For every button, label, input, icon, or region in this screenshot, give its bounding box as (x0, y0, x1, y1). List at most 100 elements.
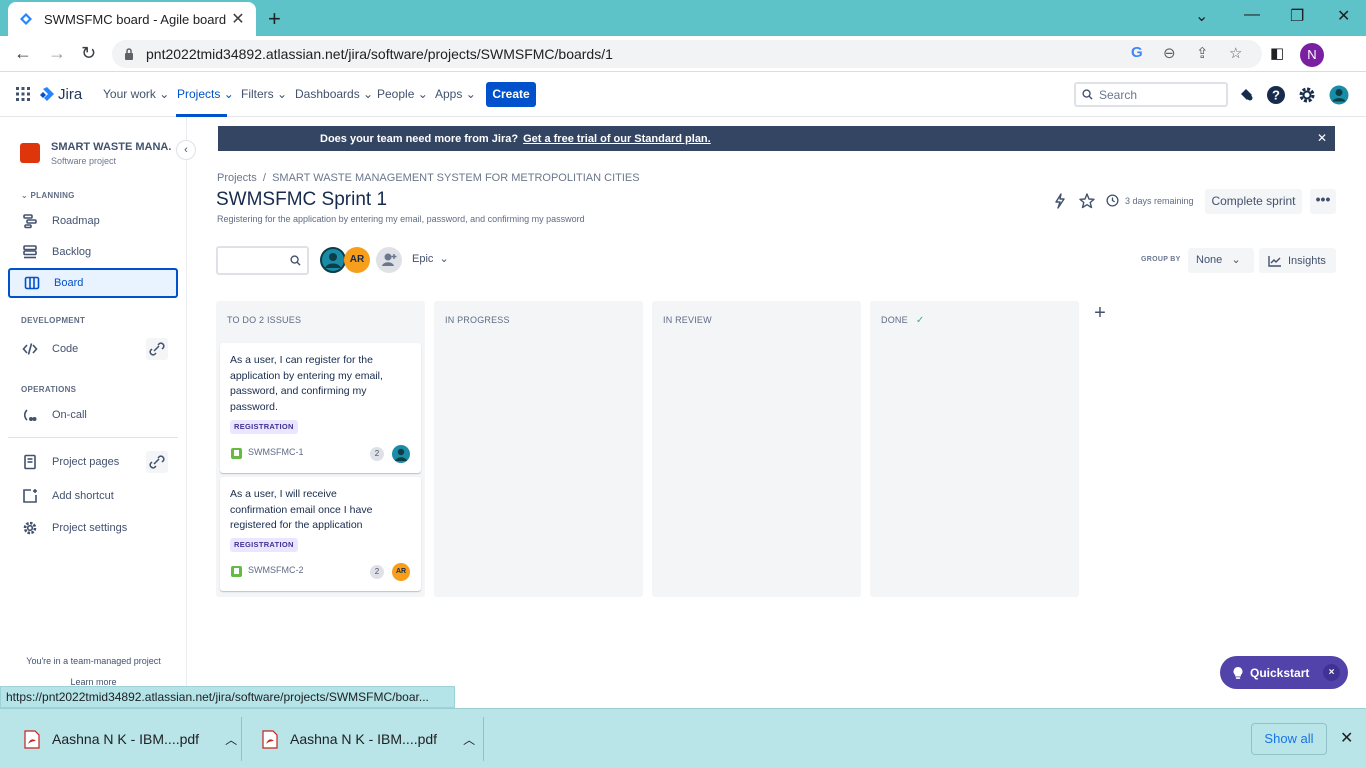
tab-search-chevron-icon[interactable]: ⌄ (1195, 6, 1208, 26)
nav-people[interactable]: People ⌄ (377, 87, 428, 101)
download-item[interactable]: Aashna N K - IBM....pdf ︿ (262, 717, 475, 761)
nav-filters[interactable]: Filters ⌄ (241, 87, 287, 101)
jira-top-nav: Jira Your work ⌄ Projects ⌄ Filters ⌄ Da… (0, 73, 1366, 117)
maximize-icon[interactable]: ❐ (1290, 6, 1304, 26)
sidebar-item-oncall[interactable]: On-call (8, 400, 178, 430)
collapse-sidebar-chevron-icon[interactable]: ‹ (176, 140, 196, 160)
project-type: Software project (51, 156, 117, 166)
column-title: DONE ✓ (881, 315, 925, 326)
assignee-filter-avatar-ar[interactable]: AR (344, 247, 370, 273)
settings-gear-icon[interactable] (1297, 85, 1317, 105)
card-assignee-avatar[interactable]: AR (392, 563, 410, 581)
jira-logo-icon (40, 86, 54, 101)
download-options-chevron-icon[interactable]: ︿ (463, 731, 475, 748)
board-search-input[interactable] (216, 246, 309, 275)
url-text: pnt2022tmid34892.atlassian.net/jira/soft… (146, 46, 613, 62)
card-assignee-avatar[interactable] (392, 445, 410, 463)
show-all-downloads-button[interactable]: Show all (1251, 723, 1327, 755)
issue-key[interactable]: SWMSFMC-1 (248, 447, 304, 457)
window-close-icon[interactable]: ✕ (1337, 6, 1350, 26)
jira-logo[interactable]: Jira (40, 86, 82, 103)
sidebar-item-add-shortcut[interactable]: Add shortcut (8, 481, 178, 511)
issue-card[interactable]: As a user, I will receive confirmation e… (220, 477, 421, 591)
forward-icon[interactable]: → (48, 43, 66, 64)
download-filename: Aashna N K - IBM....pdf (290, 731, 438, 747)
epic-filter-dropdown[interactable]: Epic ⌄ (412, 252, 449, 265)
zoom-icon[interactable]: ⊖ (1163, 44, 1176, 62)
nav-projects[interactable]: Projects ⌄ (177, 87, 234, 101)
sidebar-item-backlog[interactable]: Backlog (8, 237, 178, 267)
insights-button[interactable]: Insights (1259, 248, 1336, 273)
project-sidebar: SMART WASTE MANA... Software project ‹ ⌄… (0, 117, 196, 708)
address-bar: ← → ↻ pnt2022tmid34892.atlassian.net/jir… (0, 36, 1366, 72)
upgrade-banner: Does your team need more from Jira? Get … (218, 126, 1335, 151)
add-people-button[interactable] (376, 247, 402, 273)
project-name[interactable]: SMART WASTE MANA... (51, 141, 171, 153)
download-bar-close-icon[interactable]: ✕ (1340, 728, 1353, 748)
help-icon[interactable]: ? (1266, 85, 1286, 105)
omnibox[interactable]: pnt2022tmid34892.atlassian.net/jira/soft… (112, 40, 1262, 68)
banner-close-icon[interactable]: ✕ (1317, 131, 1327, 145)
nav-apps[interactable]: Apps ⌄ (435, 87, 476, 101)
add-column-button[interactable]: + (1089, 303, 1111, 325)
assignee-filter-avatar[interactable] (320, 247, 346, 273)
backlog-icon (23, 245, 37, 259)
column-in-progress: IN PROGRESS (434, 301, 643, 597)
operations-section-label: OPERATIONS (21, 385, 77, 394)
planning-section-label: ⌄ PLANNING (21, 191, 75, 200)
sidebar-item-label: Add shortcut (52, 490, 114, 502)
share-icon[interactable]: ⇪ (1196, 44, 1209, 62)
breadcrumb-projects[interactable]: Projects (217, 172, 257, 184)
sidebar-item-project-settings[interactable]: Project settings (8, 513, 178, 543)
download-options-chevron-icon[interactable]: ︿ (225, 731, 237, 748)
project-pages-icon (24, 454, 36, 470)
page-title: SWMSFMC Sprint 1 (216, 189, 388, 210)
create-button[interactable]: Create (486, 82, 536, 107)
pages-unlinked-icon[interactable] (146, 451, 168, 473)
sidebar-item-roadmap[interactable]: Roadmap (8, 206, 178, 236)
star-icon[interactable] (1079, 193, 1095, 209)
new-tab-icon[interactable]: + (268, 6, 281, 32)
svg-text:?: ? (1272, 88, 1280, 103)
automation-lightning-icon[interactable] (1053, 193, 1067, 209)
minimize-icon[interactable]: — (1244, 6, 1260, 24)
tab-close-icon[interactable]: ✕ (230, 9, 246, 29)
column-title: TO DO 2 ISSUES (227, 315, 302, 325)
breadcrumb-project[interactable]: SMART WASTE MANAGEMENT SYSTEM FOR METROP… (272, 172, 640, 184)
card-summary: As a user, I will receive confirmation e… (230, 488, 373, 531)
nav-your-work[interactable]: Your work ⌄ (103, 87, 169, 101)
group-by-select[interactable]: None ⌄ (1188, 248, 1254, 273)
jira-search-input[interactable]: Search (1074, 82, 1228, 107)
user-avatar-icon[interactable] (1329, 85, 1349, 105)
back-icon[interactable]: ← (14, 43, 32, 64)
jira-favicon-icon (20, 13, 32, 25)
quickstart-button[interactable]: Quickstart × (1220, 656, 1348, 689)
sidebar-item-board[interactable]: Board (8, 268, 178, 298)
google-icon[interactable]: G (1131, 44, 1143, 61)
more-actions-button[interactable]: ••• (1310, 189, 1336, 214)
side-panel-icon[interactable]: ◧ (1270, 44, 1284, 62)
issue-card[interactable]: As a user, I can register for the applic… (220, 343, 421, 473)
breadcrumb-separator: / (262, 172, 266, 184)
notifications-icon[interactable] (1237, 85, 1257, 105)
reload-icon[interactable]: ↻ (81, 43, 96, 64)
nav-dashboards[interactable]: Dashboards ⌄ (295, 87, 373, 101)
lock-icon (125, 48, 133, 60)
app-switcher-icon[interactable] (16, 87, 30, 101)
tab-title: SWMSFMC board - Agile board - (44, 11, 230, 27)
breadcrumb: Projects / SMART WASTE MANAGEMENT SYSTEM… (217, 172, 640, 184)
browser-tab[interactable]: SWMSFMC board - Agile board - ✕ (8, 2, 256, 36)
free-trial-link[interactable]: Get a free trial of our Standard plan. (523, 133, 711, 145)
download-bar: Aashna N K - IBM....pdf ︿ Aashna N K - I… (0, 708, 1366, 768)
complete-sprint-button[interactable]: Complete sprint (1205, 189, 1302, 214)
code-unlinked-icon[interactable] (146, 338, 168, 360)
team-managed-note: You're in a team-managed project (26, 656, 161, 666)
sprint-goal: Registering for the application by enter… (217, 214, 585, 224)
issue-key[interactable]: SWMSFMC-2 (248, 565, 304, 575)
quickstart-close-icon[interactable]: × (1323, 664, 1340, 681)
checkmark-icon: ✓ (915, 315, 925, 326)
profile-avatar[interactable]: N (1300, 43, 1324, 67)
download-item[interactable]: Aashna N K - IBM....pdf ︿ (24, 717, 237, 761)
search-icon (290, 255, 301, 266)
bookmark-star-icon[interactable]: ☆ (1229, 44, 1242, 62)
